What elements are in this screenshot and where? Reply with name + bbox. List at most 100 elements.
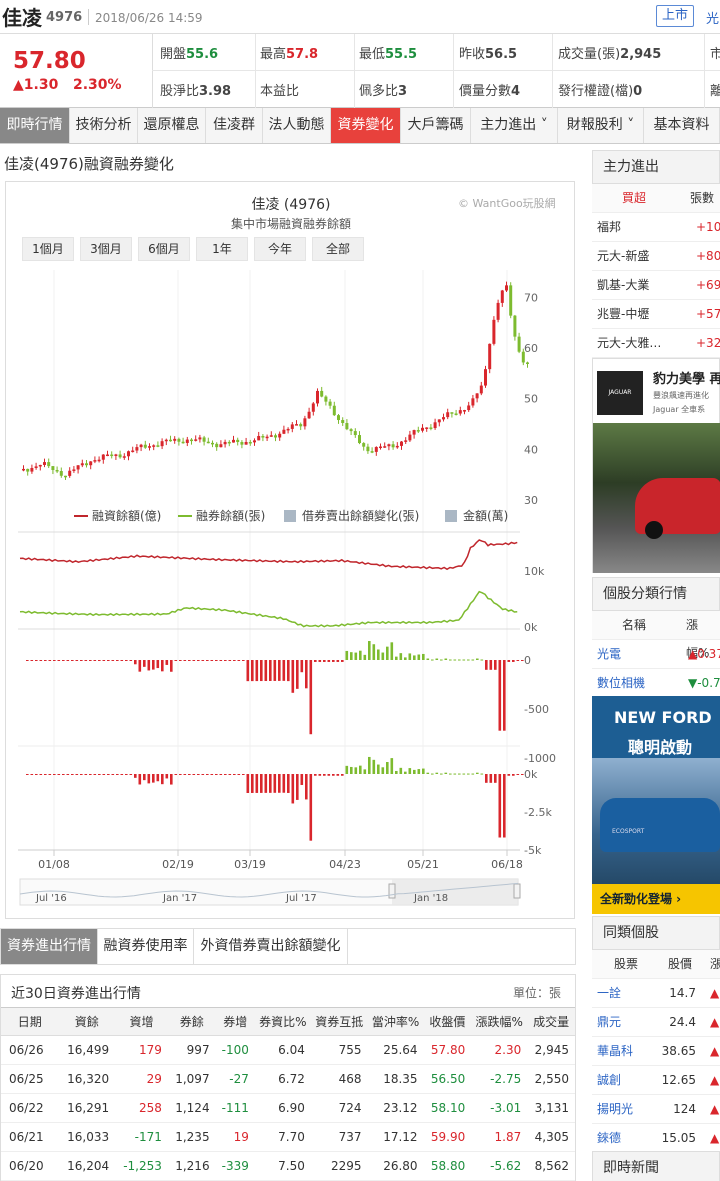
change-bar (494, 660, 497, 670)
peer-name: 鼎元 (597, 1015, 622, 1029)
change-bar (98, 660, 101, 661)
peer-price: 12.65 (661, 1073, 696, 1087)
tab-1[interactable]: 技術分析 (70, 108, 138, 143)
amount-bar (426, 772, 430, 774)
amount-bar (48, 774, 52, 775)
amount-bar (516, 774, 520, 775)
candle-body (505, 285, 508, 291)
tab-2[interactable]: 還原權息 (138, 108, 206, 143)
table-header-cell: 成交量 (527, 1007, 575, 1036)
amount-bar (143, 774, 146, 781)
main-force-row[interactable]: 兆豐-中壢 +57 (592, 300, 720, 329)
news-title: 即時新聞 (592, 1151, 720, 1181)
candle-body (496, 302, 500, 320)
quote-item-label: 發行權證(檔) (558, 84, 634, 99)
main-force-title: 主力進出 (592, 150, 720, 184)
candle-body (51, 466, 55, 470)
candle-body (185, 439, 189, 443)
table-header-cell: 漲跌幅% (471, 1007, 528, 1036)
candle-body (500, 290, 504, 303)
tab-6[interactable]: 大戶籌碼 (401, 108, 471, 143)
change-bar (507, 660, 511, 662)
tab-8[interactable]: 財報股利 ˅ (558, 108, 644, 143)
peer-row[interactable]: 一詮 14.7 ▲ (592, 979, 720, 1008)
peer-row[interactable]: 華晶科 38.65 ▲ (592, 1037, 720, 1066)
amount-bar (381, 767, 385, 774)
up-arrow-icon: ▲ (710, 1073, 720, 1087)
market-button[interactable]: 上市 (656, 5, 694, 27)
amount-bar (71, 774, 74, 775)
candle-body (517, 336, 521, 352)
main-force-row[interactable]: 凱基-大業 +69 (592, 271, 720, 300)
candle-body (484, 369, 487, 386)
broker-lots: +57 (696, 307, 720, 321)
change-bar (485, 660, 488, 670)
amount-bar (390, 758, 394, 774)
broker-name: 元大-新盛 (597, 249, 650, 263)
candle-body (106, 454, 109, 457)
tab-7[interactable]: 主力進出 ˅ (471, 108, 558, 143)
candle-body (202, 437, 206, 442)
amount-bar (183, 774, 187, 775)
quote-item-value: 55.6 (186, 47, 219, 62)
sector-change: ▼-0.70 (688, 676, 720, 690)
candle-body (391, 444, 395, 448)
candle-body (446, 412, 450, 418)
subtab-2[interactable]: 外資借券賣出餘額變化 (194, 929, 348, 964)
ford-ad[interactable]: NEW FORD 聰明啟動 ECOSPORT 全新勁化登場 › (592, 696, 720, 914)
sector-row[interactable]: 光電 ▲0.37 (592, 640, 720, 669)
table-cell: 06/25 (1, 1064, 59, 1094)
peer-row[interactable]: 誠創 12.65 ▲ (592, 1066, 720, 1095)
tab-5[interactable]: 資券變化 (331, 108, 401, 143)
header-divider (88, 9, 89, 25)
subtab-0[interactable]: 資券進出行情 (1, 929, 98, 964)
candle-body (513, 315, 517, 337)
change-bar (296, 660, 299, 689)
change-bar (71, 660, 74, 661)
amount-bar (53, 774, 56, 775)
ad2-cta[interactable]: 全新勁化登場 › (592, 884, 720, 914)
peer-row[interactable]: 鼎元 24.4 ▲ (592, 1008, 720, 1037)
table-header-cell: 券餘 (167, 1007, 216, 1036)
up-arrow-icon: ▲ (710, 1044, 720, 1058)
candle-body (320, 390, 324, 397)
change-bar (377, 649, 380, 660)
subtab-1[interactable]: 融資券使用率 (98, 929, 194, 964)
date-tick: 04/23 (329, 858, 361, 871)
change-bar (345, 650, 349, 660)
jaguar-ad[interactable]: JAGUAR 豹力美學 再 豐浪飆速再進化 Jaguar 全車系 (592, 358, 720, 573)
tab-0[interactable]: 即時行情 (0, 108, 70, 143)
tab-4[interactable]: 法人動態 (263, 108, 331, 143)
main-force-row[interactable]: 福邦 +100 (592, 213, 720, 242)
candle-body (156, 445, 160, 447)
amount-bar (521, 774, 524, 775)
peer-row[interactable]: 錸德 15.05 ▲ (592, 1124, 720, 1153)
table-cell: -111 (215, 1093, 255, 1123)
amount-bar (129, 774, 133, 775)
quote-col-divider (453, 34, 454, 108)
peer-name: 揚明光 (597, 1102, 634, 1116)
amount-bar (305, 774, 308, 800)
navigator-tick: Jul '16 (35, 893, 67, 904)
change-bar (453, 659, 457, 661)
quote-item-label: 市 (710, 47, 720, 62)
quote-col-divider (552, 34, 553, 108)
candle-body (72, 469, 76, 471)
quote-item-label: 開盤 (160, 47, 187, 62)
change-bar (498, 660, 502, 731)
amount-bar (210, 774, 214, 775)
main-force-row[interactable]: 元大-新盛 +80 (592, 242, 720, 271)
margin-balance-line (19, 539, 518, 571)
amount-bar (197, 774, 200, 775)
peer-row[interactable]: 揚明光 124 ▲ (592, 1095, 720, 1124)
header-truncated-link[interactable]: 光 (706, 8, 719, 27)
change-bar (30, 660, 34, 661)
table-cell: 179 (115, 1035, 168, 1065)
tab-9[interactable]: 基本資料 (644, 108, 720, 143)
date-tick: 03/19 (234, 858, 266, 871)
sector-row[interactable]: 數位相機 ▼-0.70 (592, 669, 720, 698)
tab-3[interactable]: 佳凌群 (206, 108, 263, 143)
main-force-row[interactable]: 元大-大雅… +32 (592, 329, 720, 358)
candle-body (454, 413, 458, 415)
quote-item-value: 0 (633, 84, 643, 99)
